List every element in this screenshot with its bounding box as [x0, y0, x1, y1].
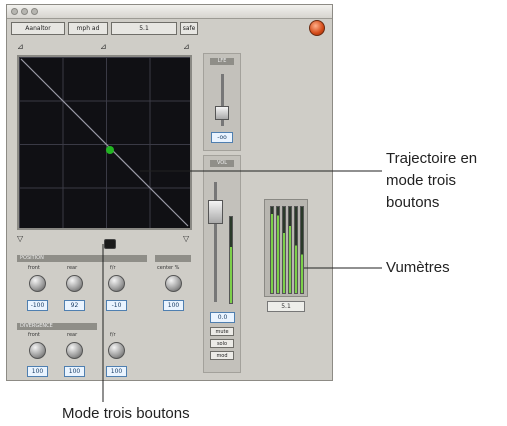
mode-callout: Mode trois boutons — [62, 405, 190, 422]
trajectory-callout-line1: Trajectoire en — [386, 150, 478, 167]
meters-callout: Vumètres — [386, 259, 450, 276]
trajectory-callout-line3: boutons — [386, 194, 440, 211]
trajectory-callout-line2: mode trois — [386, 172, 457, 189]
